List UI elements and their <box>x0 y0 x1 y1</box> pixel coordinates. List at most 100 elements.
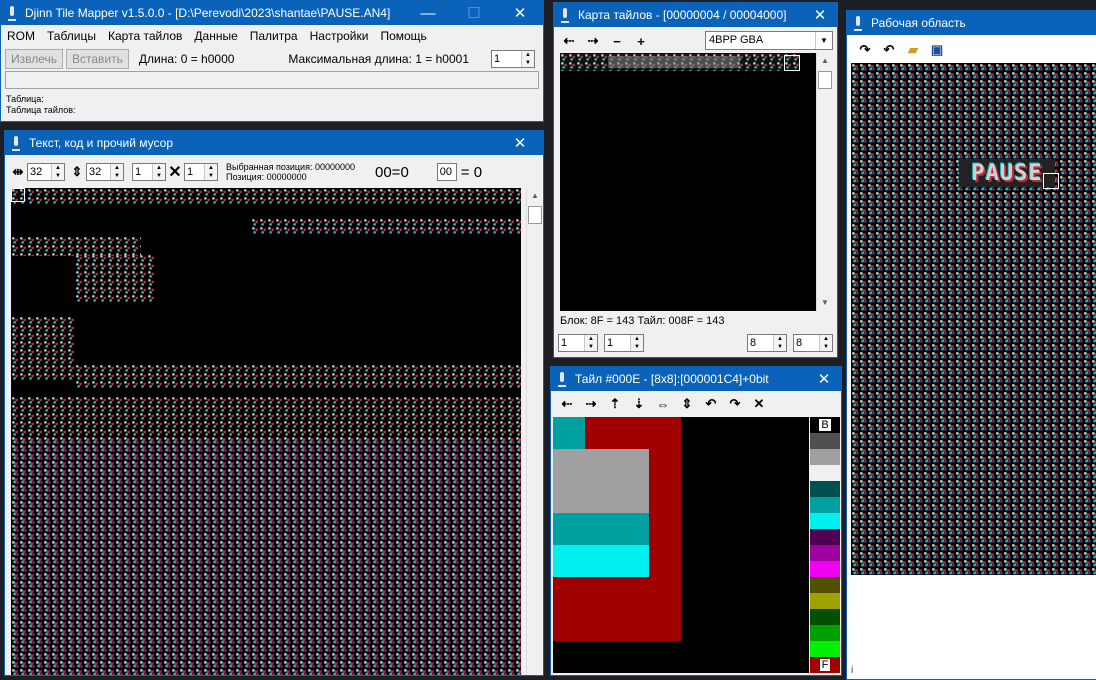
palette-swatch[interactable]: F <box>810 657 840 673</box>
tile-titlebar: Тайл #000E - [8x8]:[000001C4]+0bit ✕ <box>551 367 841 391</box>
spinner-arrows[interactable]: ▲ ▼ <box>773 335 786 351</box>
palette-swatch[interactable] <box>810 641 840 657</box>
shift-left-icon[interactable]: ⇠ <box>560 33 578 49</box>
spinner-arrows[interactable]: ▲ ▼ <box>521 51 534 67</box>
tile-cursor <box>1043 173 1059 189</box>
palette-swatch[interactable] <box>810 577 840 593</box>
spinner-arrows[interactable]: ▲ ▼ <box>51 164 64 180</box>
shift-right-icon[interactable]: ⇢ <box>579 396 603 412</box>
table-label: Таблица: <box>6 94 44 104</box>
text-scrollbar[interactable]: ▲ <box>526 188 543 675</box>
maximize-button[interactable]: ☐ <box>451 1 497 25</box>
text-tile-canvas[interactable] <box>11 188 521 675</box>
shift-right-icon[interactable]: ⇢ <box>584 33 602 49</box>
pixel-block <box>553 417 585 449</box>
palette-swatch[interactable] <box>810 529 840 545</box>
map-spinner-4[interactable]: 8 ▲ ▼ <box>793 334 833 352</box>
tile-glyphs <box>11 316 75 380</box>
maxlen-spinner[interactable]: 1 ▲ ▼ <box>491 50 535 68</box>
spinner-arrows[interactable]: ▲ ▼ <box>152 164 165 180</box>
open-folder-icon[interactable]: ▰ <box>901 42 925 58</box>
palette-swatch[interactable] <box>810 545 840 561</box>
hex-input[interactable]: 00 <box>436 163 457 181</box>
zoom-out-icon[interactable]: − <box>608 34 626 49</box>
menu-rom[interactable]: ROM <box>1 29 41 43</box>
pixel-block <box>553 577 681 641</box>
close-button[interactable]: ✕ <box>807 367 841 391</box>
palette-swatch[interactable] <box>810 609 840 625</box>
menu-help[interactable]: Помощь <box>374 29 432 43</box>
format-select[interactable]: 4BPP GBA ▼ <box>705 31 833 50</box>
tilemap-canvas[interactable] <box>560 53 816 311</box>
palette-swatch[interactable] <box>810 513 840 529</box>
pixel-block <box>553 513 649 545</box>
main-titlebar: Djinn Tile Mapper v1.5.0.0 - [D:\Perevod… <box>1 1 543 25</box>
pixel-block <box>649 513 681 545</box>
redo-icon[interactable]: ↷ <box>853 42 877 58</box>
menu-settings[interactable]: Настройки <box>304 29 375 43</box>
shift-down-icon[interactable]: ⇣ <box>627 396 651 412</box>
palette-swatch[interactable] <box>810 593 840 609</box>
save-icon[interactable]: ▣ <box>925 42 949 58</box>
workspace-canvas[interactable]: PAUSE <box>851 63 1096 575</box>
text-field[interactable] <box>5 71 539 89</box>
palette-swatch[interactable] <box>810 497 840 513</box>
undo-icon[interactable]: ↶ <box>877 42 901 58</box>
minimize-button[interactable]: — <box>405 1 451 25</box>
shift-left-icon[interactable]: ⇠ <box>555 396 579 412</box>
tile-strip-highlight <box>608 56 740 68</box>
window-icon <box>11 136 21 151</box>
spinner-arrows[interactable]: ▲ ▼ <box>204 164 217 180</box>
map-spinner-3[interactable]: 8 ▲ ▼ <box>747 334 787 352</box>
menu-bar: ROM Таблицы Карта тайлов Данные Палитра … <box>1 25 543 47</box>
spinner-arrows[interactable]: ▲ ▼ <box>110 164 123 180</box>
scroll-down-arrow[interactable]: ▼ <box>817 295 833 311</box>
spinner-arrows[interactable]: ▲ ▼ <box>630 335 643 351</box>
close-button[interactable]: ✕ <box>803 3 837 27</box>
workspace-titlebar: Рабочая область <box>847 11 1096 35</box>
menu-palette[interactable]: Палитра <box>244 29 304 43</box>
rotate-left-icon[interactable]: ↶ <box>699 396 723 412</box>
flip-horizontal-icon[interactable]: ⇔ <box>651 397 675 412</box>
palette-swatch[interactable]: B <box>810 417 840 433</box>
palette-swatch[interactable] <box>810 433 840 449</box>
palette-swatch[interactable] <box>810 625 840 641</box>
menu-tables[interactable]: Таблицы <box>41 29 102 43</box>
close-button[interactable]: ✕ <box>497 1 543 25</box>
tile-pixel-canvas[interactable] <box>553 417 809 673</box>
scroll-thumb[interactable] <box>528 206 542 224</box>
count-spinner-a[interactable]: 1 ▲ ▼ <box>132 163 166 181</box>
flip-vertical-icon[interactable]: ⇕ <box>675 396 699 412</box>
map-spinner-3-value: 8 <box>750 337 757 349</box>
close-button[interactable]: ✕ <box>497 131 543 155</box>
tilemap-scrollbar[interactable]: ▲ ▼ <box>816 53 833 311</box>
map-spinner-2[interactable]: 1 ▲ ▼ <box>604 334 644 352</box>
insert-button[interactable]: Вставить <box>66 49 129 69</box>
palette-swatch[interactable] <box>810 481 840 497</box>
height-spinner[interactable]: 32 ▲ ▼ <box>86 163 124 181</box>
height-value: 32 <box>89 166 102 178</box>
selected-position: Выбранная позиция: 00000000 <box>226 162 355 172</box>
menu-tilemap[interactable]: Карта тайлов <box>102 29 188 43</box>
extract-button[interactable]: Извлечь <box>5 49 64 69</box>
clear-icon[interactable]: ✕ <box>747 396 771 412</box>
width-spinner[interactable]: 32 ▲ ▼ <box>27 163 65 181</box>
tile-glyphs <box>75 364 521 388</box>
palette-swatch[interactable] <box>810 561 840 577</box>
scroll-up-arrow[interactable]: ▲ <box>527 188 543 204</box>
rotate-right-icon[interactable]: ↷ <box>723 396 747 412</box>
scroll-thumb[interactable] <box>818 71 832 89</box>
map-spinner-1[interactable]: 1 ▲ ▼ <box>558 334 598 352</box>
spinner-arrows[interactable]: ▲ ▼ <box>584 335 597 351</box>
menu-data[interactable]: Данные <box>188 29 243 43</box>
zoom-in-icon[interactable]: + <box>632 34 650 49</box>
pixel-block <box>553 449 649 513</box>
maxlen-value: 1 <box>494 53 501 65</box>
shift-up-icon[interactable]: ⇡ <box>603 396 627 412</box>
scroll-up-arrow[interactable]: ▲ <box>817 53 833 69</box>
palette-swatch[interactable] <box>810 449 840 465</box>
count-spinner-b[interactable]: 1 ▲ ▼ <box>184 163 218 181</box>
spinner-arrows[interactable]: ▲ ▼ <box>819 335 832 351</box>
current-position: Позиция: 00000000 <box>226 172 307 182</box>
palette-swatch[interactable] <box>810 465 840 481</box>
